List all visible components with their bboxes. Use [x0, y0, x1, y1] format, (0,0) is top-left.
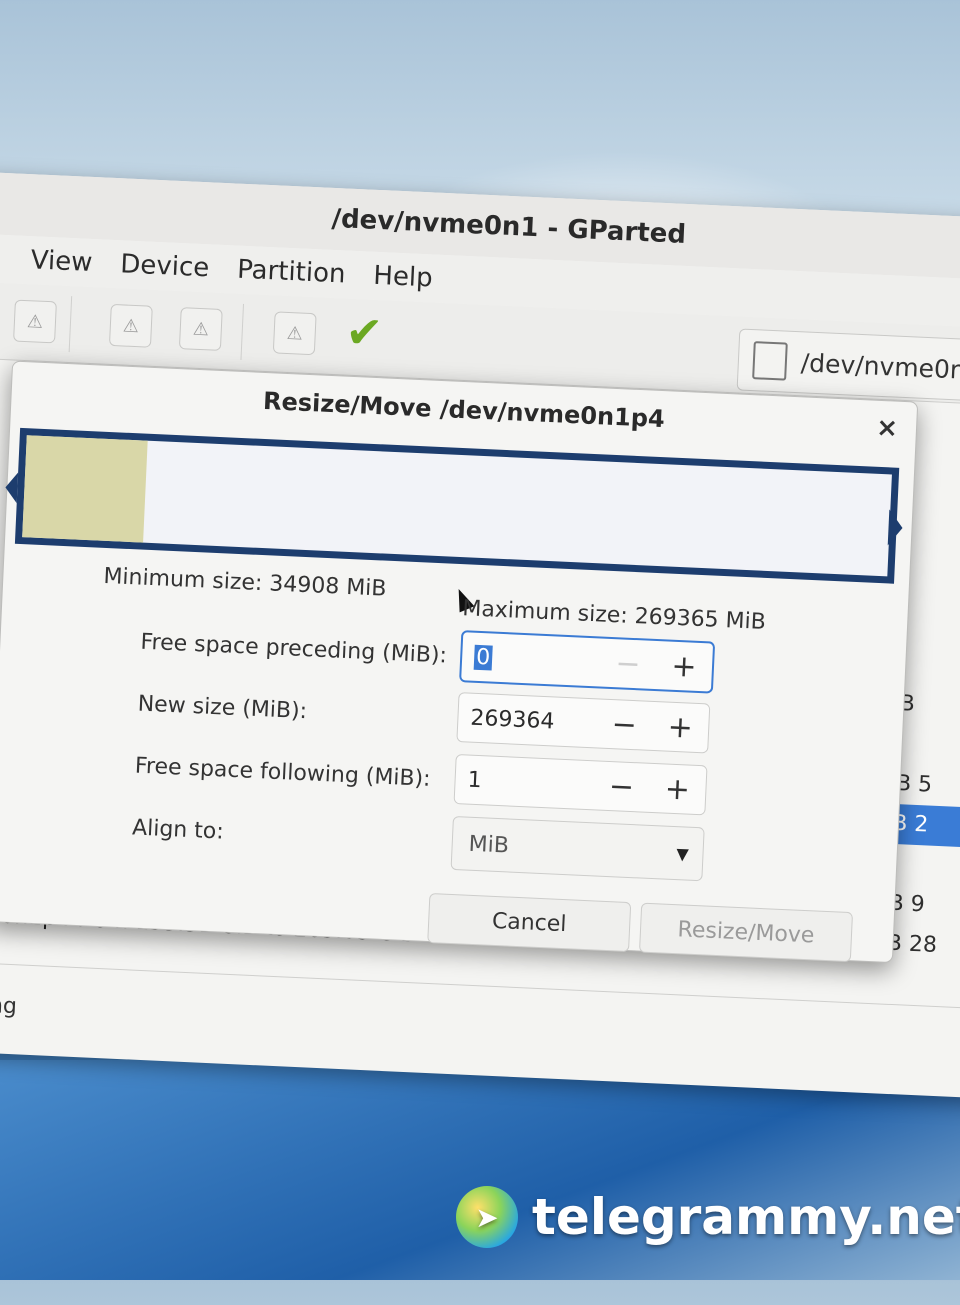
- watermark-text: telegrammy.net: [532, 1188, 960, 1246]
- increment-button[interactable]: +: [655, 648, 713, 686]
- increment-button[interactable]: +: [649, 770, 707, 808]
- align-value: MiB: [468, 831, 510, 859]
- preceding-input[interactable]: 0: [462, 644, 601, 675]
- align-label: Align to:: [131, 815, 225, 845]
- menu-device[interactable]: Device: [106, 249, 224, 284]
- menu-view[interactable]: View: [16, 245, 107, 279]
- resize-handle-right[interactable]: [887, 509, 904, 547]
- watermark: ➤ telegrammy.net: [456, 1186, 960, 1248]
- chevron-down-icon: ▼: [675, 843, 690, 864]
- toolbar-warning-icon[interactable]: ⚠: [13, 299, 57, 344]
- following-spinbutton[interactable]: 1 − +: [453, 754, 708, 816]
- close-icon[interactable]: ×: [876, 413, 899, 444]
- telegram-logo-icon: ➤: [456, 1186, 518, 1248]
- new-size-input[interactable]: 269364: [458, 705, 597, 736]
- following-input[interactable]: 1: [455, 767, 594, 798]
- used-space-fill: [22, 435, 148, 543]
- resize-move-button[interactable]: Resize/Move: [638, 902, 854, 963]
- device-selector-label: /dev/nvme0n1 (: [800, 347, 960, 386]
- decrement-button[interactable]: −: [599, 645, 657, 683]
- align-dropdown[interactable]: MiB ▼: [450, 815, 705, 882]
- decrement-button[interactable]: −: [596, 706, 654, 744]
- preceding-label: Free space preceding (MiB):: [139, 629, 448, 669]
- menu-partition[interactable]: Partition: [223, 254, 361, 290]
- status-bar-text: ing: [0, 992, 18, 1020]
- decrement-button[interactable]: −: [593, 768, 651, 806]
- disk-icon: [752, 341, 788, 381]
- apply-checkmark-icon[interactable]: ✔: [345, 307, 384, 360]
- maximum-size-label: Maximum size: 269365 MiB: [461, 596, 767, 635]
- toolbar-undo-icon[interactable]: ⚠: [108, 303, 153, 348]
- minimum-size-label: Minimum size: 34908 MiB: [102, 563, 387, 602]
- menu-help[interactable]: Help: [359, 260, 448, 294]
- new-size-label: New size (MiB):: [137, 691, 308, 725]
- resize-move-dialog: Resize/Move /dev/nvme0n1p4 × Minimum siz…: [0, 360, 919, 964]
- toolbar-clear-icon[interactable]: ⚠: [178, 307, 223, 351]
- toolbar-separator: [240, 303, 245, 360]
- preceding-value: 0: [473, 644, 493, 671]
- preceding-spinbutton[interactable]: 0 − +: [459, 630, 716, 694]
- increment-button[interactable]: +: [651, 708, 709, 746]
- device-selector[interactable]: /dev/nvme0n1 (: [736, 328, 960, 405]
- new-size-spinbutton[interactable]: 269364 − +: [456, 692, 711, 754]
- resize-form: Free space preceding (MiB): 0 − + New si…: [131, 616, 862, 896]
- divider: [0, 961, 960, 1011]
- following-label: Free space following (MiB):: [134, 753, 432, 792]
- toolbar-separator: [68, 296, 73, 353]
- toolbar-info-icon[interactable]: ⚠: [272, 311, 317, 356]
- cancel-button[interactable]: Cancel: [427, 892, 632, 953]
